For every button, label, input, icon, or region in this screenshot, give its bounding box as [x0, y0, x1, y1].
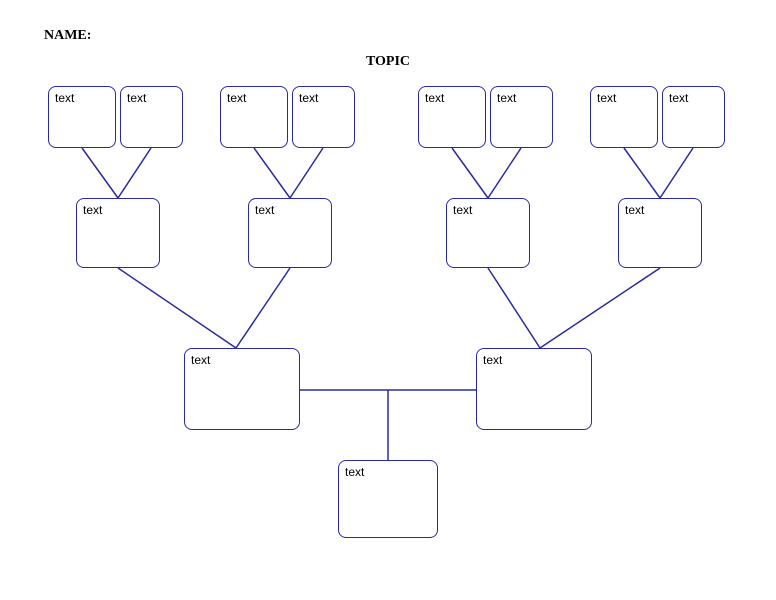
node-label: text	[597, 91, 616, 105]
tree-node-r2-3[interactable]: text	[618, 198, 702, 268]
node-label: text	[127, 91, 146, 105]
tree-node-r2-1[interactable]: text	[248, 198, 332, 268]
node-label: text	[255, 203, 274, 217]
node-label: text	[425, 91, 444, 105]
tree-node-r2-2[interactable]: text	[446, 198, 530, 268]
tree-node-r3-1[interactable]: text	[476, 348, 592, 430]
tree-node-r1-0[interactable]: text	[48, 86, 116, 148]
tree-node-r1-7[interactable]: text	[662, 86, 725, 148]
node-label: text	[227, 91, 246, 105]
node-label: text	[453, 203, 472, 217]
node-label: text	[55, 91, 74, 105]
node-label: text	[483, 353, 502, 367]
tree-node-r4-0[interactable]: text	[338, 460, 438, 538]
node-label: text	[669, 91, 688, 105]
tree-node-r1-4[interactable]: text	[418, 86, 486, 148]
tree-node-r1-1[interactable]: text	[120, 86, 183, 148]
node-label: text	[625, 203, 644, 217]
tree-node-r3-0[interactable]: text	[184, 348, 300, 430]
node-label: text	[299, 91, 318, 105]
tree-node-r2-0[interactable]: text	[76, 198, 160, 268]
tree-node-r1-2[interactable]: text	[220, 86, 288, 148]
node-label: text	[345, 465, 364, 479]
tree-node-r1-5[interactable]: text	[490, 86, 553, 148]
tree-node-r1-6[interactable]: text	[590, 86, 658, 148]
node-label: text	[191, 353, 210, 367]
node-label: text	[83, 203, 102, 217]
tree-node-r1-3[interactable]: text	[292, 86, 355, 148]
node-label: text	[497, 91, 516, 105]
